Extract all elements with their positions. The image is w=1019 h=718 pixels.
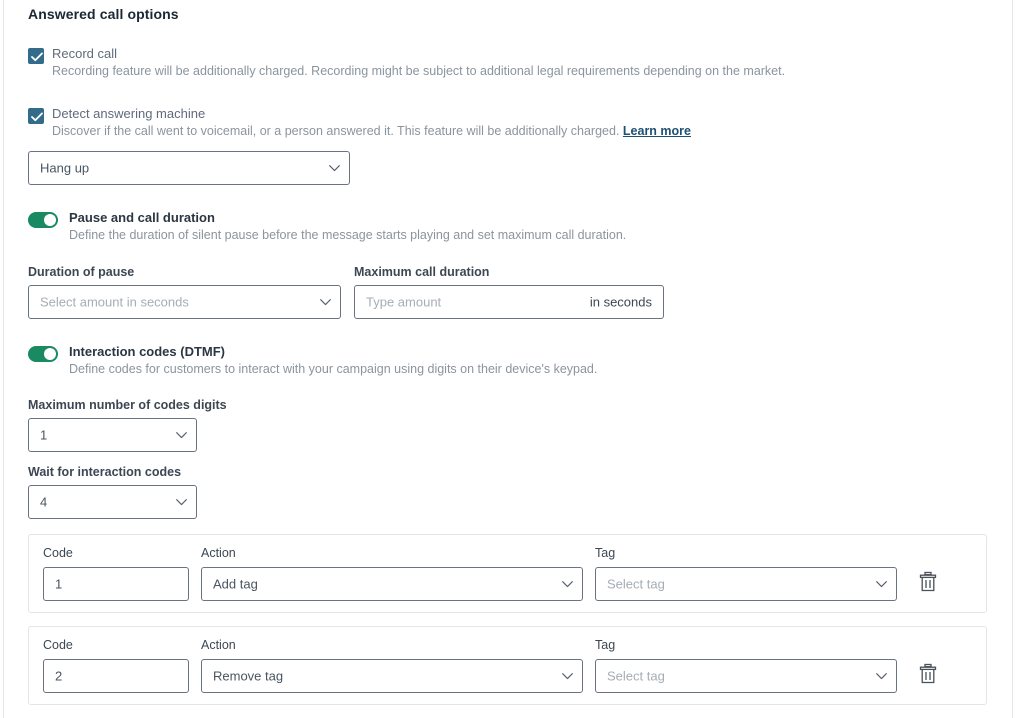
max-code-digits-select[interactable]: 1 <box>28 418 197 452</box>
wait-for-interaction-codes-label: Wait for interaction codes <box>28 465 182 479</box>
tag-select[interactable]: Select tag <box>595 567 897 601</box>
maximum-call-duration-suffix: in seconds <box>589 294 652 310</box>
record-call-checkbox[interactable] <box>28 48 44 64</box>
action-select[interactable]: Remove tag <box>201 659 583 693</box>
maximum-call-duration-input[interactable]: Type amount in seconds <box>354 285 664 319</box>
chevron-down-icon <box>176 432 187 439</box>
page-title: Answered call options <box>28 6 179 22</box>
code-column-header: Code <box>43 546 73 560</box>
detect-answering-machine-label: Detect answering machine <box>52 106 206 121</box>
code-input[interactable]: 1 <box>43 567 189 601</box>
maximum-call-duration-label: Maximum call duration <box>354 265 490 279</box>
answering-machine-action-select[interactable]: Hang up <box>28 151 350 185</box>
code-column-header: Code <box>43 638 73 652</box>
chevron-down-icon <box>876 581 887 588</box>
record-call-description: Recording feature will be additionally c… <box>52 64 785 78</box>
answering-machine-action-value: Hang up <box>40 160 90 176</box>
interaction-code-row: Code Action Tag 2 Remove tag Select tag <box>28 626 987 705</box>
action-value: Add tag <box>213 576 258 592</box>
tag-value: Select tag <box>607 668 665 684</box>
toggle-knob <box>44 348 56 360</box>
check-icon <box>31 52 43 62</box>
chevron-down-icon <box>562 673 573 680</box>
code-value: 2 <box>55 668 63 684</box>
interaction-code-row: Code Action Tag 1 Add tag Select tag <box>28 534 987 613</box>
trash-icon <box>919 663 937 684</box>
max-code-digits-label: Maximum number of codes digits <box>28 398 227 412</box>
chevron-down-icon <box>876 673 887 680</box>
tag-value: Select tag <box>607 576 665 592</box>
interaction-codes-toggle[interactable] <box>28 346 58 362</box>
duration-of-pause-value: Select amount in seconds <box>40 294 189 310</box>
pause-and-call-duration-description: Define the duration of silent pause befo… <box>69 228 627 242</box>
check-icon <box>31 112 43 122</box>
chevron-down-icon <box>320 299 331 306</box>
record-call-label: Record call <box>52 46 118 61</box>
duration-of-pause-select[interactable]: Select amount in seconds <box>28 285 341 319</box>
wait-for-interaction-codes-select[interactable]: 4 <box>28 485 197 519</box>
max-code-digits-value: 1 <box>40 427 48 443</box>
wait-for-interaction-codes-value: 4 <box>40 494 48 510</box>
delete-row-button[interactable] <box>918 663 940 687</box>
tag-column-header: Tag <box>595 546 616 560</box>
chevron-down-icon <box>562 581 573 588</box>
interaction-codes-description: Define codes for customers to interact w… <box>69 362 598 376</box>
tag-column-header: Tag <box>595 638 616 652</box>
action-value: Remove tag <box>213 668 284 684</box>
interaction-codes-label: Interaction codes (DTMF) <box>69 344 226 359</box>
action-column-header: Action <box>201 638 236 652</box>
detect-answering-machine-description: Discover if the call went to voicemail, … <box>52 124 691 138</box>
chevron-down-icon <box>329 165 340 172</box>
code-input[interactable]: 2 <box>43 659 189 693</box>
chevron-down-icon <box>176 499 187 506</box>
record-call-description-text: Recording feature will be additionally c… <box>52 64 786 78</box>
pause-and-call-duration-toggle[interactable] <box>28 212 58 228</box>
toggle-knob <box>44 214 56 226</box>
action-column-header: Action <box>201 546 236 560</box>
detect-answering-machine-description-text: Discover if the call went to voicemail, … <box>52 124 620 138</box>
action-select[interactable]: Add tag <box>201 567 583 601</box>
duration-of-pause-label: Duration of pause <box>28 265 135 279</box>
panel-right-edge <box>1012 0 1013 718</box>
panel-left-edge <box>3 0 4 718</box>
tag-select[interactable]: Select tag <box>595 659 897 693</box>
detect-answering-machine-checkbox[interactable] <box>28 108 44 124</box>
answered-call-options-panel: Answered call options Record call Record… <box>0 0 1019 718</box>
pause-and-call-duration-label: Pause and call duration <box>69 210 215 225</box>
trash-icon <box>919 571 937 592</box>
maximum-call-duration-value: Type amount <box>366 294 442 310</box>
code-value: 1 <box>55 576 63 592</box>
delete-row-button[interactable] <box>918 571 940 595</box>
learn-more-link[interactable]: Learn more <box>623 124 691 138</box>
